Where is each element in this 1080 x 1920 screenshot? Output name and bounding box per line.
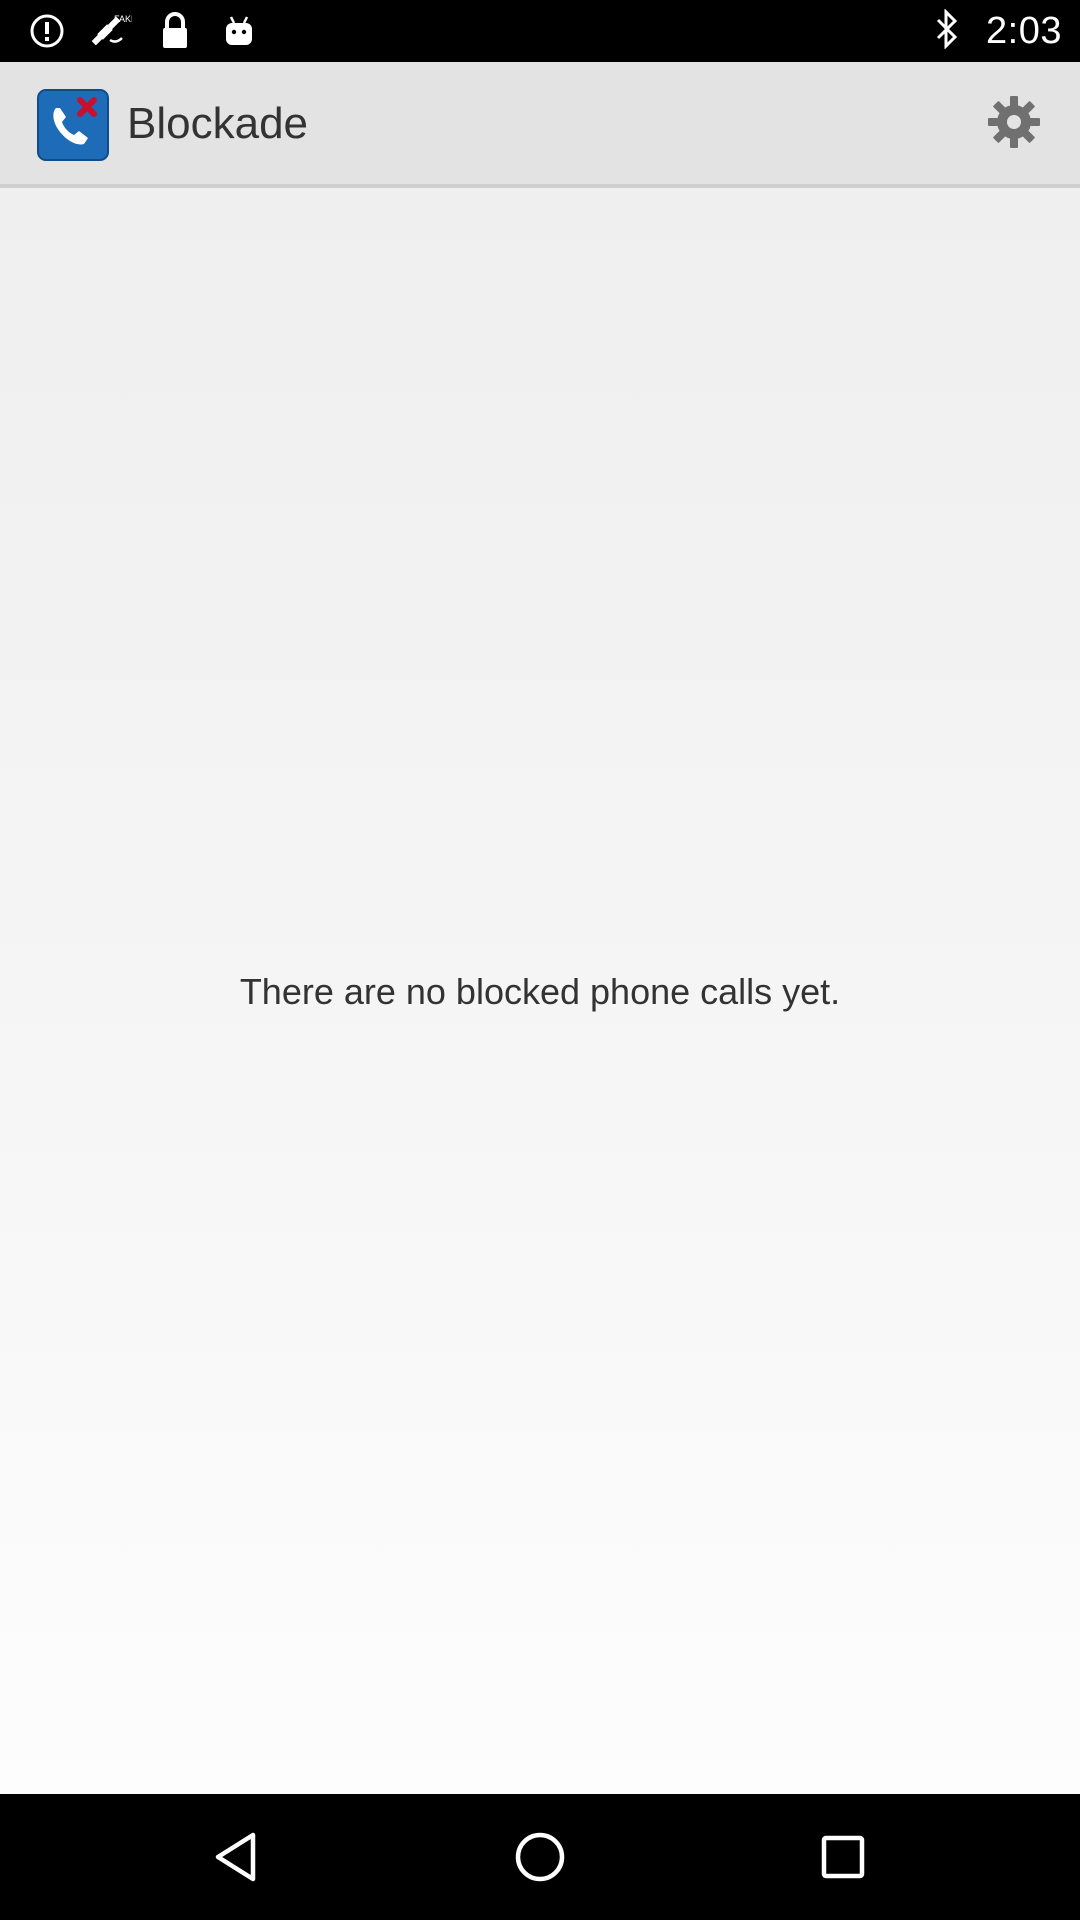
gear-icon	[985, 93, 1043, 156]
status-left-icons: FAKE	[26, 10, 260, 52]
app-title: Blockade	[127, 99, 309, 148]
status-right: 2:03	[934, 7, 1062, 54]
lock-icon	[154, 10, 196, 52]
back-icon	[211, 1830, 261, 1889]
main-content: There are no blocked phone calls yet.	[0, 188, 1080, 1794]
android-icon	[218, 10, 260, 52]
status-bar: FAKE 2:03	[0, 0, 1080, 62]
blocked-phone-logo-icon	[36, 88, 110, 162]
alert-icon	[26, 10, 68, 52]
back-button[interactable]	[196, 1819, 276, 1899]
satellite-fake-gps-icon: FAKE	[90, 10, 132, 52]
settings-button[interactable]	[982, 92, 1046, 156]
app-bar: Blockade	[0, 62, 1080, 188]
empty-state-message: There are no blocked phone calls yet.	[239, 971, 841, 1012]
navigation-bar	[0, 1794, 1080, 1920]
bluetooth-icon	[934, 7, 960, 54]
home-button[interactable]	[500, 1819, 580, 1899]
home-icon	[513, 1830, 567, 1889]
recents-icon	[819, 1833, 867, 1886]
status-time: 2:03	[986, 9, 1062, 52]
svg-text:FAKE: FAKE	[114, 14, 132, 24]
recents-button[interactable]	[803, 1819, 883, 1899]
